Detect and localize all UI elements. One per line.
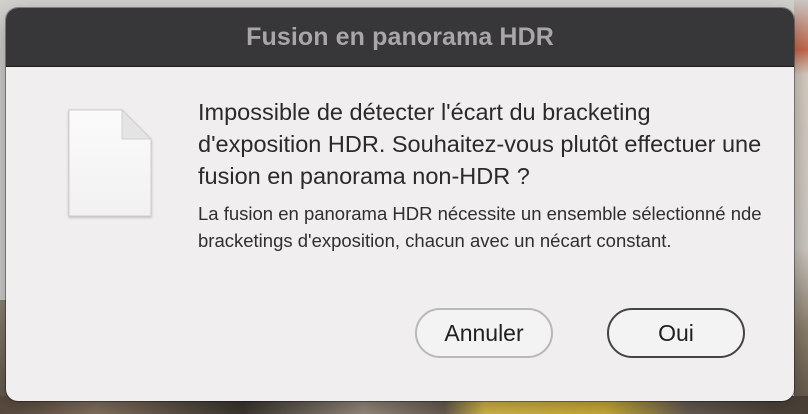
dialog-title: Fusion en panorama HDR (246, 22, 554, 51)
dialog-content: Impossible de détecter l'écart du bracke… (198, 96, 778, 254)
background-app-right-edge (794, 0, 808, 414)
dialog-titlebar: Fusion en panorama HDR (6, 8, 794, 67)
cancel-button[interactable]: Annuler (415, 308, 553, 358)
dialog-headline: Impossible de détecter l'écart du bracke… (198, 99, 762, 189)
document-icon (68, 108, 153, 217)
hdr-panorama-dialog: Fusion en panorama HDR Impossible de dét… (6, 8, 794, 401)
dialog-message: La fusion en panorama HDR nécessite un e… (198, 203, 762, 251)
ok-button[interactable]: Oui (607, 308, 745, 358)
